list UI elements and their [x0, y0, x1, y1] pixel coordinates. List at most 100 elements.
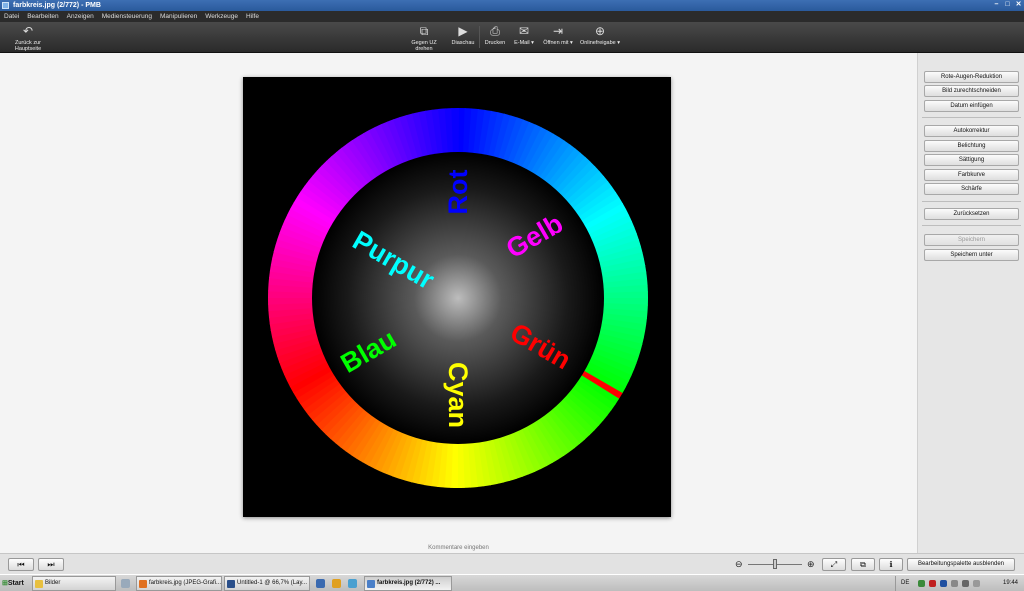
print-button[interactable]: ⎙ Drucken — [483, 24, 507, 47]
previous-image-button[interactable]: ⏮ — [8, 558, 34, 571]
taskbar-item-bilder[interactable]: Bilder — [32, 576, 116, 591]
tray-icon[interactable] — [918, 580, 925, 587]
rotate-ccw-button[interactable]: ⧉ Gegen UZ drehen — [402, 24, 446, 53]
skip-back-icon: ⏮ — [17, 560, 25, 569]
menu-bearbeiten[interactable]: Bearbeiten — [27, 11, 58, 22]
taskbar-item-label: Bilder — [45, 580, 61, 586]
quicklaunch-icon[interactable] — [332, 579, 341, 588]
print-label: Drucken — [484, 40, 506, 46]
bottom-bar: ⏮ ⏭ ⊖ ⊕ ⤢ ⧉ ℹ Bearbeitungspalette ausble… — [0, 553, 1024, 574]
quicklaunch-icon[interactable] — [121, 579, 130, 588]
language-indicator[interactable]: DE — [901, 576, 909, 591]
skip-forward-icon: ⏭ — [47, 560, 55, 569]
globe-icon: ⊕ — [594, 24, 606, 38]
fit-to-window-button[interactable]: ⤢ — [822, 558, 846, 571]
info-icon: ℹ — [889, 560, 893, 569]
undo-arrow-icon: ↶ — [22, 24, 34, 38]
slideshow-label: Diaschau — [451, 40, 475, 46]
palette-separator — [922, 201, 1021, 202]
comment-input[interactable]: Kommentare eingeben — [0, 545, 917, 551]
close-button[interactable]: ✕ — [1014, 1, 1023, 9]
zoom-slider-thumb[interactable] — [773, 559, 777, 569]
taskbar-item-photoshop[interactable]: Untitled-1 @ 66,7% (Lay... — [224, 576, 310, 591]
menu-werkzeuge[interactable]: Werkzeuge — [205, 11, 238, 22]
next-image-button[interactable]: ⏭ — [38, 558, 64, 571]
menu-bar: Datei Bearbeiten Anzeigen Mediensteuerun… — [0, 11, 1024, 22]
save-button[interactable]: Speichern — [924, 234, 1019, 246]
menu-anzeigen[interactable]: Anzeigen — [67, 11, 94, 22]
window-title: farbkreis.jpg (2/772) - PMB — [13, 2, 101, 9]
menu-manipulieren[interactable]: Manipulieren — [160, 11, 197, 22]
info-button[interactable]: ℹ — [879, 558, 903, 571]
palette-separator — [922, 117, 1021, 118]
menu-datei[interactable]: Datei — [4, 11, 19, 22]
taskbar: ⊞Start Bilder farbkreis.jpg (JPEG-Grafi.… — [0, 574, 1024, 591]
start-label: Start — [7, 580, 24, 587]
compare-icon: ⧉ — [860, 560, 866, 569]
sharpen-button[interactable]: Schärfe — [924, 183, 1019, 195]
compare-view-button[interactable]: ⧉ — [851, 558, 875, 571]
taskbar-item-label: farbkreis.jpg (JPEG-Grafi... — [149, 580, 222, 586]
rotate-label: Gegen UZ drehen — [411, 40, 437, 52]
auto-correct-button[interactable]: Autokorrektur — [924, 125, 1019, 137]
quicklaunch-icon[interactable] — [348, 579, 357, 588]
back-to-main-button[interactable]: ↶ Zurück zur Hauptseite — [2, 24, 54, 53]
app-icon — [2, 2, 9, 9]
rotate-icon: ⧉ — [419, 24, 429, 38]
palette-separator — [922, 225, 1021, 226]
tray-icon[interactable] — [929, 580, 936, 587]
system-tray: DE 19:44 — [895, 576, 1024, 591]
online-share-button[interactable]: ⊕ Onlinefreigabe ▾ — [579, 24, 621, 47]
saturation-button[interactable]: Sättigung — [924, 154, 1019, 166]
save-as-button[interactable]: Speichern unter — [924, 249, 1019, 261]
crop-button[interactable]: Bild zurechtschneiden — [924, 85, 1019, 97]
zoom-out-icon[interactable]: ⊖ — [735, 559, 743, 569]
email-label: E-Mail ▾ — [514, 40, 534, 46]
slideshow-icon: ▶ — [458, 24, 468, 38]
menu-hilfe[interactable]: Hilfe — [246, 11, 259, 22]
quicklaunch-icon[interactable] — [316, 579, 325, 588]
edit-palette: Rote-Augen-Reduktion Bild zurechtschneid… — [917, 53, 1024, 553]
tray-icon[interactable] — [940, 580, 947, 587]
photoshop-icon — [227, 580, 235, 588]
open-with-icon: ⇥ — [552, 24, 564, 38]
slideshow-button[interactable]: ▶ Diaschau — [450, 24, 476, 47]
pmb-icon — [367, 580, 375, 588]
exposure-button[interactable]: Belichtung — [924, 140, 1019, 152]
envelope-icon: ✉ — [518, 24, 530, 38]
reset-button[interactable]: Zurücksetzen — [924, 208, 1019, 220]
taskbar-item-firefox[interactable]: farbkreis.jpg (JPEG-Grafi... — [136, 576, 222, 591]
menu-mediensteuerung[interactable]: Mediensteuerung — [102, 11, 152, 22]
folder-icon — [35, 580, 43, 588]
firefox-icon — [139, 580, 147, 588]
start-button[interactable]: ⊞Start — [0, 576, 30, 591]
clock: 19:44 — [1002, 580, 1018, 586]
open-with-button[interactable]: ⇥ Öffnen mit ▾ — [541, 24, 575, 47]
open-with-label: Öffnen mit ▾ — [543, 40, 573, 46]
taskbar-item-label: farbkreis.jpg (2/772) ... — [377, 580, 441, 586]
zoom-in-icon[interactable]: ⊕ — [807, 559, 815, 569]
toolbar-separator — [479, 26, 480, 48]
network-icon[interactable] — [973, 580, 980, 587]
toggle-edit-palette-button[interactable]: Bearbeitungspalette ausblenden — [907, 558, 1015, 571]
label-rot: Rot — [443, 170, 473, 215]
color-wheel-image: Rot Gelb Grün Cyan Blau Purpur — [268, 108, 648, 489]
maximize-button[interactable]: □ — [1003, 1, 1012, 9]
back-label: Zurück zur Hauptseite — [14, 40, 42, 52]
printer-icon: ⎙ — [490, 24, 500, 38]
taskbar-item-label: Untitled-1 @ 66,7% (Lay... — [237, 580, 308, 586]
window-title-bar: farbkreis.jpg (2/772) - PMB – □ ✕ — [0, 0, 1024, 11]
minimize-button[interactable]: – — [992, 1, 1001, 9]
label-cyan: Cyan — [443, 362, 473, 428]
tray-icon[interactable] — [951, 580, 958, 587]
toolbar: ↶ Zurück zur Hauptseite ⧉ Gegen UZ drehe… — [0, 22, 1024, 53]
insert-date-button[interactable]: Datum einfügen — [924, 100, 1019, 112]
redeye-button[interactable]: Rote-Augen-Reduktion — [924, 71, 1019, 83]
taskbar-item-pmb[interactable]: farbkreis.jpg (2/772) ... — [364, 576, 452, 591]
color-curve-button[interactable]: Farbkurve — [924, 169, 1019, 181]
online-share-label: Onlinefreigabe ▾ — [579, 40, 621, 46]
email-button[interactable]: ✉ E-Mail ▾ — [511, 24, 537, 47]
volume-icon[interactable] — [962, 580, 969, 587]
fit-icon: ⤢ — [830, 560, 838, 569]
photo-color-wheel: Rot Gelb Grün Cyan Blau Purpur — [243, 77, 671, 517]
